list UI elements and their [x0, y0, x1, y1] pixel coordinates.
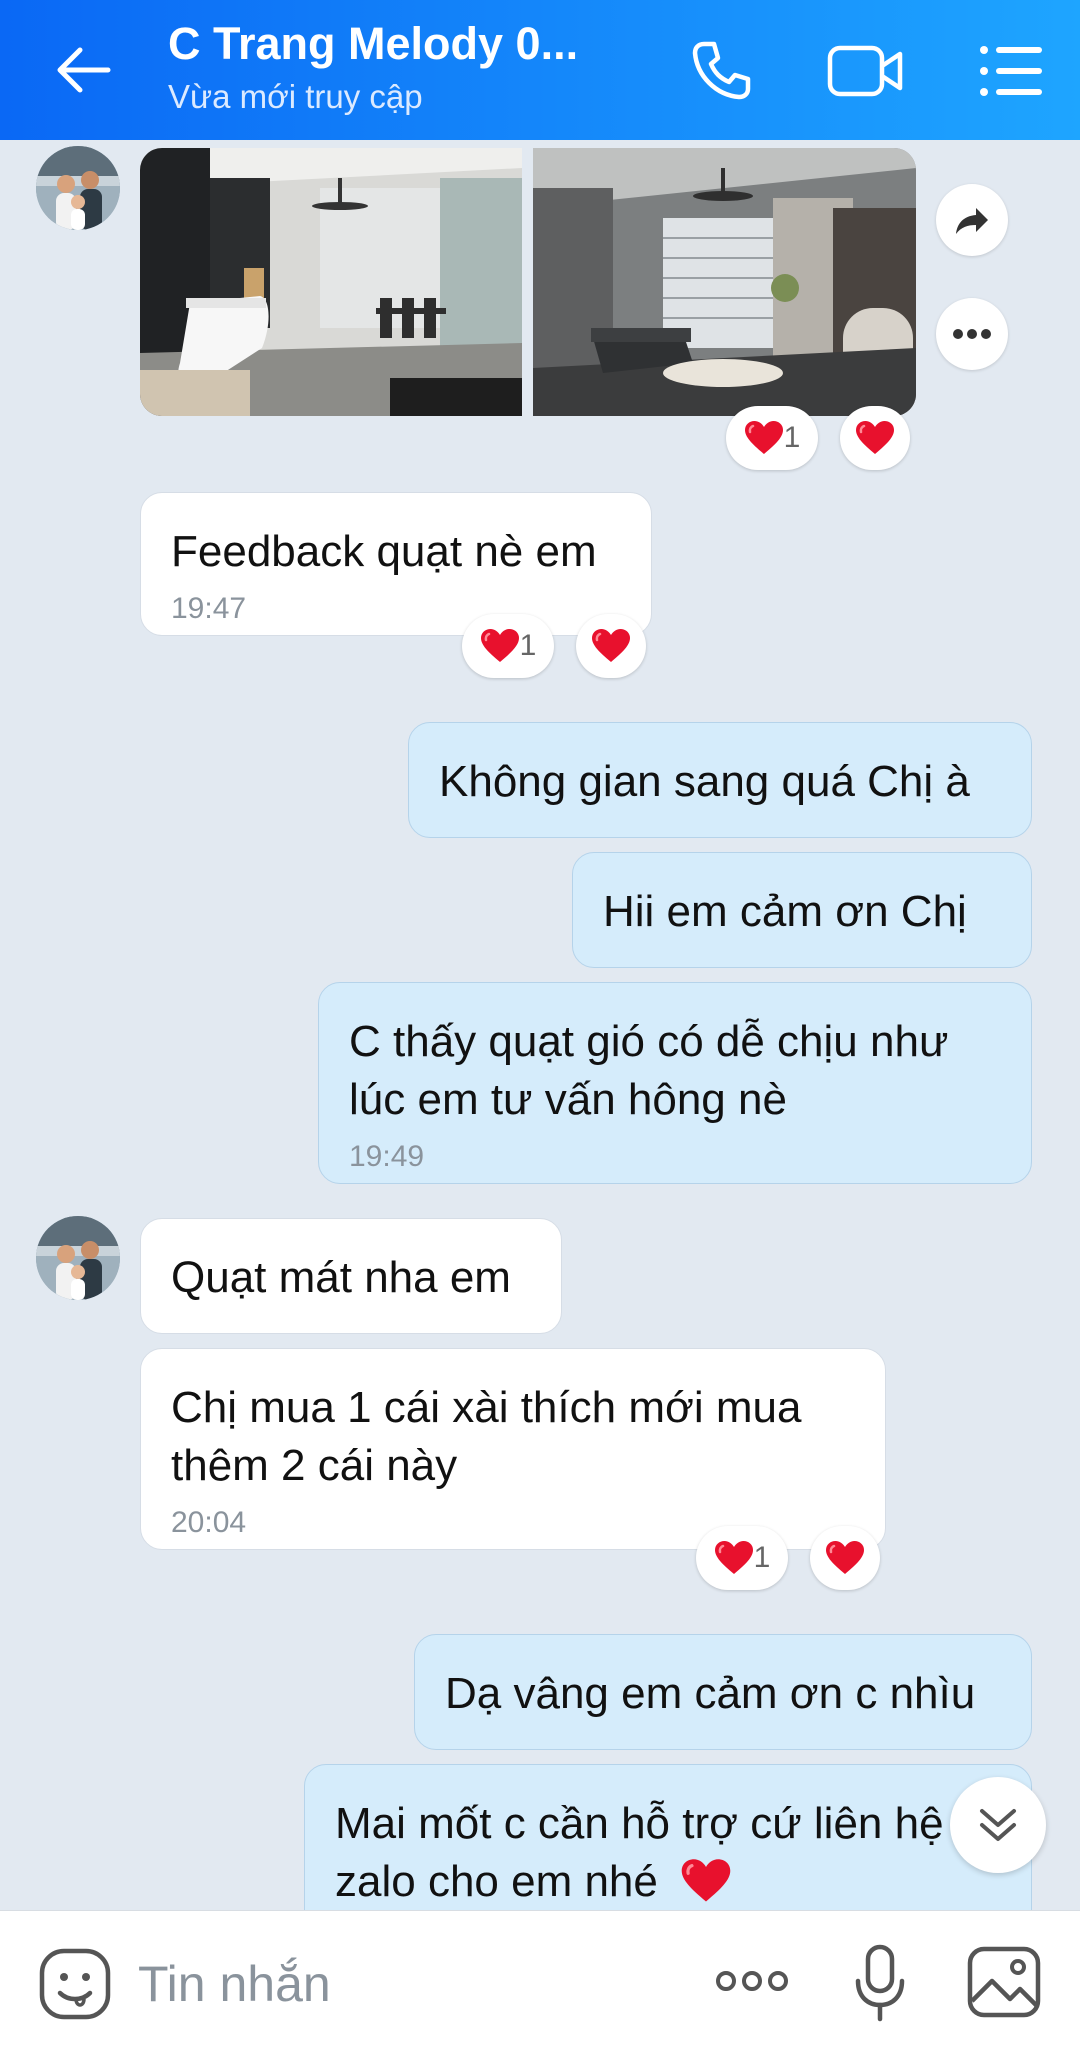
reaction-heart-count[interactable]: 1 [726, 406, 818, 470]
message-text: Không gian sang quá Chị à [439, 757, 970, 806]
message-input[interactable]: Tin nhắn [138, 1955, 331, 2013]
more-options-icon[interactable] [712, 1961, 792, 2001]
contact-name[interactable]: C Trang Melody 0... [168, 18, 578, 70]
reaction-heart-count[interactable]: 1 [696, 1526, 788, 1590]
heart-icon [591, 628, 631, 664]
scroll-to-bottom-button[interactable] [950, 1777, 1046, 1873]
heart-emoji-icon [680, 1858, 732, 1904]
message-text: Dạ vâng em cảm ơn c nhìu [445, 1669, 976, 1718]
photo-kitchen-dining[interactable] [140, 148, 522, 416]
sent-message[interactable]: Mai mốt c cần hỗ trợ cứ liên hệ zalo cho… [304, 1764, 1032, 1910]
heart-icon [480, 628, 520, 664]
reaction-count: 1 [753, 1541, 771, 1574]
share-forward-button[interactable] [936, 184, 1008, 256]
heart-icon [855, 420, 895, 456]
gallery-image-icon[interactable] [966, 1945, 1042, 2019]
message-time: 19:49 [349, 1140, 425, 1173]
reaction-count: 1 [519, 629, 537, 662]
message-list[interactable]: 1 Feedback quạt nè em 19:47 1 Không gian… [0, 140, 1080, 1910]
sticker-emoji-icon[interactable] [38, 1947, 112, 2021]
voice-call-icon[interactable] [686, 36, 756, 106]
more-options-button[interactable] [936, 298, 1008, 370]
microphone-icon[interactable] [852, 1943, 908, 2023]
back-arrow-icon[interactable] [52, 38, 116, 102]
sent-message[interactable]: C thấy quạt gió có dễ chịu như lúc em tư… [318, 982, 1032, 1184]
message-text: Hii em cảm ơn Chị [603, 887, 967, 936]
message-text: Quạt mát nha em [171, 1253, 511, 1302]
heart-icon [825, 1540, 865, 1576]
chat-header: C Trang Melody 0... Vừa mới truy cập [0, 0, 1080, 140]
heart-icon [714, 1540, 754, 1576]
add-heart-reaction-button[interactable] [810, 1526, 880, 1590]
add-heart-reaction-button[interactable] [576, 614, 646, 678]
message-input-bar: Tin nhắn [0, 1910, 1080, 2052]
heart-icon [744, 420, 784, 456]
message-text: C thấy quạt gió có dễ chịu như lúc em tư… [349, 1017, 949, 1124]
reaction-heart-count[interactable]: 1 [462, 614, 554, 678]
photo-living-room[interactable] [533, 148, 916, 416]
sent-message[interactable]: Không gian sang quá Chị à [408, 722, 1032, 838]
message-text: Feedback quạt nè em [171, 527, 597, 576]
received-message[interactable]: Quạt mát nha em [140, 1218, 562, 1334]
reaction-count: 1 [783, 421, 801, 454]
received-message[interactable]: Chị mua 1 cái xài thích mới mua thêm 2 c… [140, 1348, 886, 1550]
received-message[interactable]: Feedback quạt nè em 19:47 [140, 492, 652, 636]
add-heart-reaction-button[interactable] [840, 406, 910, 470]
message-time: 19:47 [171, 592, 247, 625]
contact-avatar[interactable] [36, 146, 120, 230]
sent-message[interactable]: Dạ vâng em cảm ơn c nhìu [414, 1634, 1032, 1750]
video-call-icon[interactable] [826, 36, 903, 106]
sent-message[interactable]: Hii em cảm ơn Chị [572, 852, 1032, 968]
message-text: Chị mua 1 cái xài thích mới mua thêm 2 c… [171, 1383, 802, 1490]
last-seen-status: Vừa mới truy cập [168, 78, 423, 115]
message-text: Mai mốt c cần hỗ trợ cứ liên hệ zalo cho… [335, 1799, 944, 1906]
menu-list-icon[interactable] [976, 36, 1046, 106]
contact-avatar[interactable] [36, 1216, 120, 1300]
